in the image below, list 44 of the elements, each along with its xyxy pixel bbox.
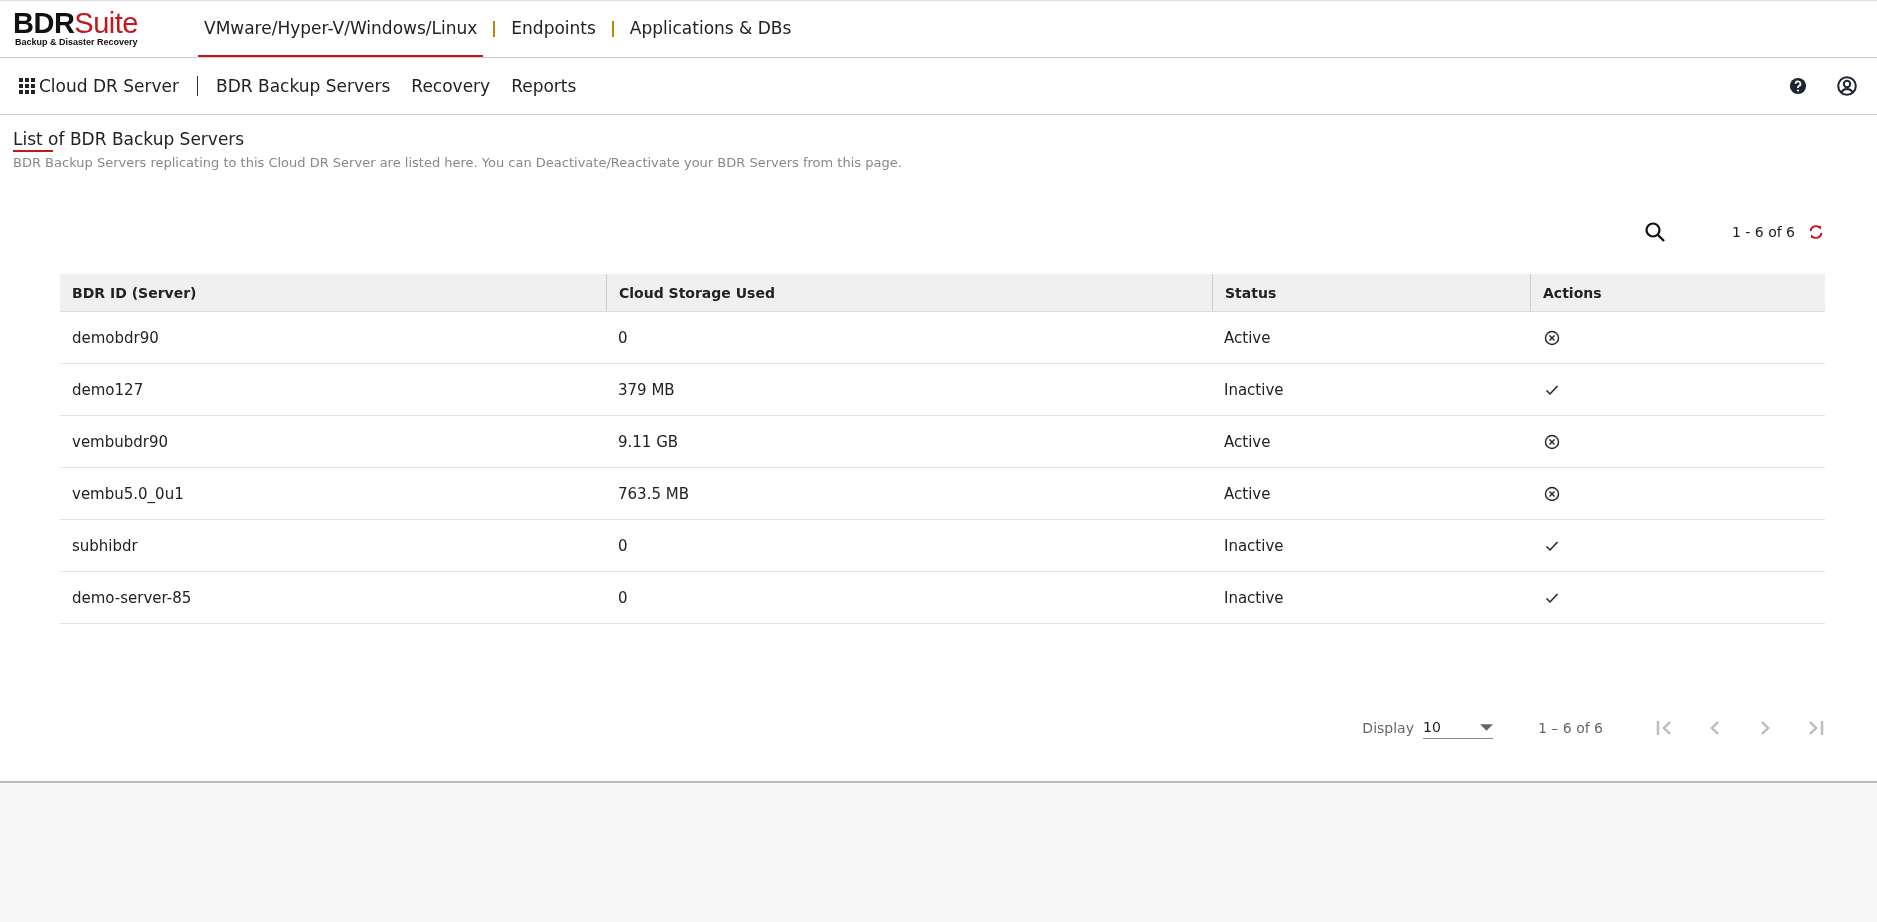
logo: BDRSuite Backup & Disaster Recovery xyxy=(12,6,139,49)
apps-grid-icon[interactable] xyxy=(19,78,35,94)
table-cell-text: vembu5.0_0u1 xyxy=(71,484,185,503)
deactivate-icon[interactable] xyxy=(1544,329,1560,346)
nav-link[interactable]: Recovery xyxy=(411,76,491,96)
display-label: Display xyxy=(1362,719,1414,736)
table-cell-text: 0 xyxy=(617,588,629,607)
table-cell-text: 763.5 MB xyxy=(617,484,690,503)
table-cell-text: Inactive xyxy=(1223,380,1285,399)
column-header: Status xyxy=(1212,274,1530,311)
deactivate-icon[interactable] xyxy=(1544,433,1560,450)
refresh-icon[interactable] xyxy=(1807,223,1825,241)
nav-tab[interactable]: Applications & DBs xyxy=(623,1,798,57)
search-icon[interactable] xyxy=(1642,220,1667,244)
table-cell-text: 9.11 GB xyxy=(617,432,680,451)
table-cell-text: vembubdr90 xyxy=(71,432,170,451)
page-size-dropdown[interactable]: 10 xyxy=(1422,716,1493,739)
user-account-icon[interactable] xyxy=(1837,76,1857,96)
caret-icon xyxy=(1479,723,1493,731)
column-header: BDR ID (Server) xyxy=(71,283,198,303)
table-cell-text: 0 xyxy=(617,328,629,347)
table-cell-text: 379 MB xyxy=(617,380,676,399)
table-cell-text: demobdr90 xyxy=(71,328,160,347)
product-title: Cloud DR Server xyxy=(39,76,180,96)
page-title: List of BDR Backup Servers xyxy=(13,129,245,152)
table-cell-text: subhibdr xyxy=(71,536,139,555)
deactivate-icon[interactable] xyxy=(1544,485,1560,502)
table-cell-text: Inactive xyxy=(1223,588,1285,607)
nav-tab[interactable]: Endpoints xyxy=(505,1,602,57)
help-icon[interactable] xyxy=(1789,77,1807,95)
table-cell-text: Active xyxy=(1223,328,1272,347)
table-cell-text: 0 xyxy=(617,536,629,555)
table-cell-text: Active xyxy=(1223,484,1272,503)
nav-link[interactable]: BDR Backup Servers xyxy=(216,76,391,96)
page-description: BDR Backup Servers replicating to this Cloud DR Server are listed here. You can Deactivate/Reactivate your BDR Servers from this page. xyxy=(13,155,903,170)
table-cell-text: demo-server-85 xyxy=(71,588,193,607)
page-range: 1 – 6 of 6 xyxy=(1537,719,1603,736)
table-cell-text: Active xyxy=(1223,432,1272,451)
nav-link[interactable]: Reports xyxy=(511,76,577,96)
record-count: 1 - 6 of 6 xyxy=(1731,224,1795,240)
column-header: Cloud Storage Used xyxy=(606,274,1212,311)
column-header: Actions xyxy=(1530,274,1825,311)
table-cell-text: Inactive xyxy=(1223,536,1285,555)
table-cell-text: demo127 xyxy=(71,380,145,399)
